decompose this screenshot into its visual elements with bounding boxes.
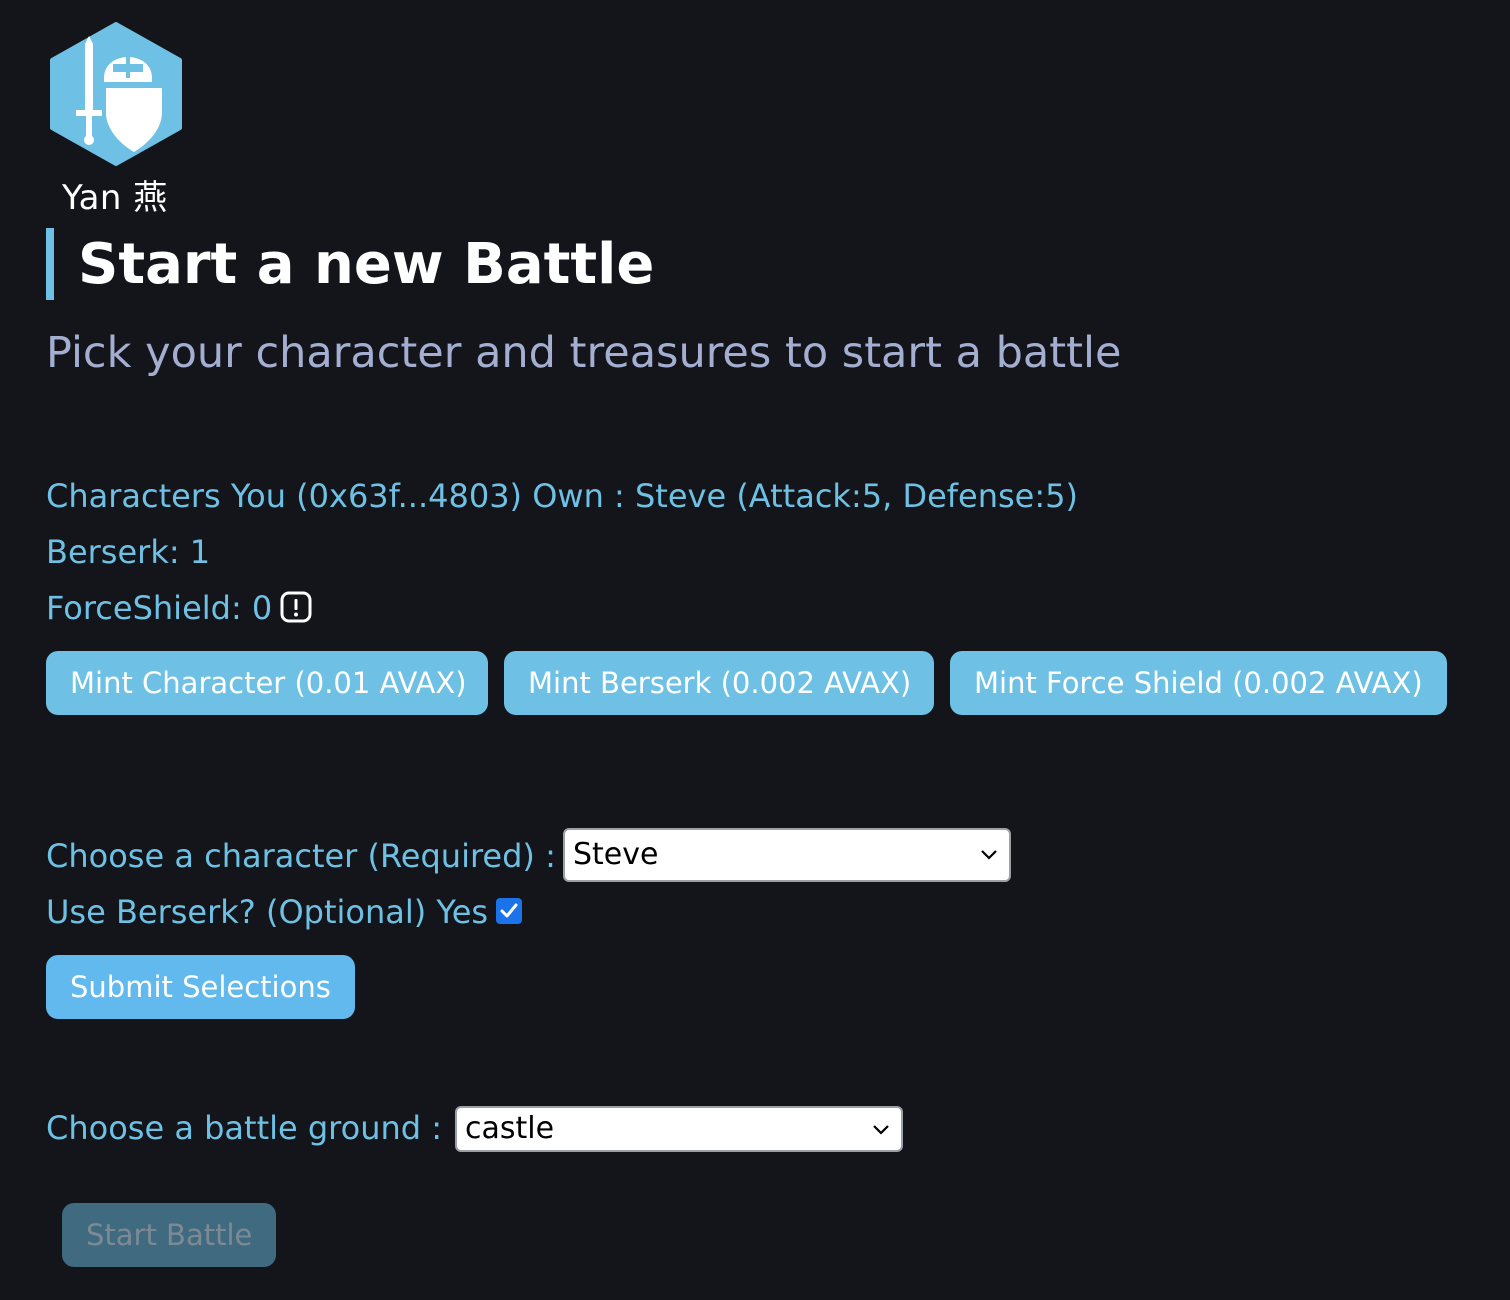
- chevron-down-icon: [873, 1125, 889, 1135]
- knight-helmet-sword-shield-icon: [50, 22, 182, 166]
- mint-character-button[interactable]: Mint Character (0.01 AVAX): [46, 651, 488, 715]
- mint-force-shield-button[interactable]: Mint Force Shield (0.002 AVAX): [950, 651, 1447, 715]
- forceshield-row: ForceShield: 0: [46, 588, 312, 628]
- title-accent-bar: [46, 228, 54, 300]
- exclamation-square-icon[interactable]: [280, 591, 312, 623]
- character-select-value: Steve: [573, 837, 659, 872]
- choose-battle-ground-label: Choose a battle ground :: [46, 1109, 443, 1147]
- use-berserk-row: Use Berserk? (Optional) Yes: [46, 892, 523, 932]
- mint-berserk-button[interactable]: Mint Berserk (0.002 AVAX): [504, 651, 934, 715]
- battle-ground-select-value: castle: [465, 1111, 555, 1146]
- start-battle-button[interactable]: Start Battle: [62, 1203, 277, 1267]
- forceshield-count-text: ForceShield: 0: [46, 589, 273, 627]
- page-title: Start a new Battle: [78, 232, 655, 297]
- use-berserk-checkbox[interactable]: [496, 898, 523, 924]
- character-select[interactable]: Steve: [563, 828, 1011, 882]
- brand-name: Yan 燕: [62, 178, 168, 218]
- chevron-down-icon: [981, 850, 997, 860]
- use-berserk-label: Use Berserk? (Optional) Yes: [46, 893, 489, 931]
- page-subtitle: Pick your character and treasures to sta…: [46, 328, 1122, 378]
- characters-owned-text: Characters You (0x63f...4803) Own : Stev…: [46, 477, 1078, 515]
- berserk-count-text: Berserk: 1: [46, 533, 211, 571]
- submit-selections-button[interactable]: Submit Selections: [46, 955, 355, 1019]
- checkmark-icon: [500, 903, 518, 918]
- choose-character-label: Choose a character (Required) :: [46, 837, 556, 875]
- battle-ground-select[interactable]: castle: [455, 1106, 903, 1152]
